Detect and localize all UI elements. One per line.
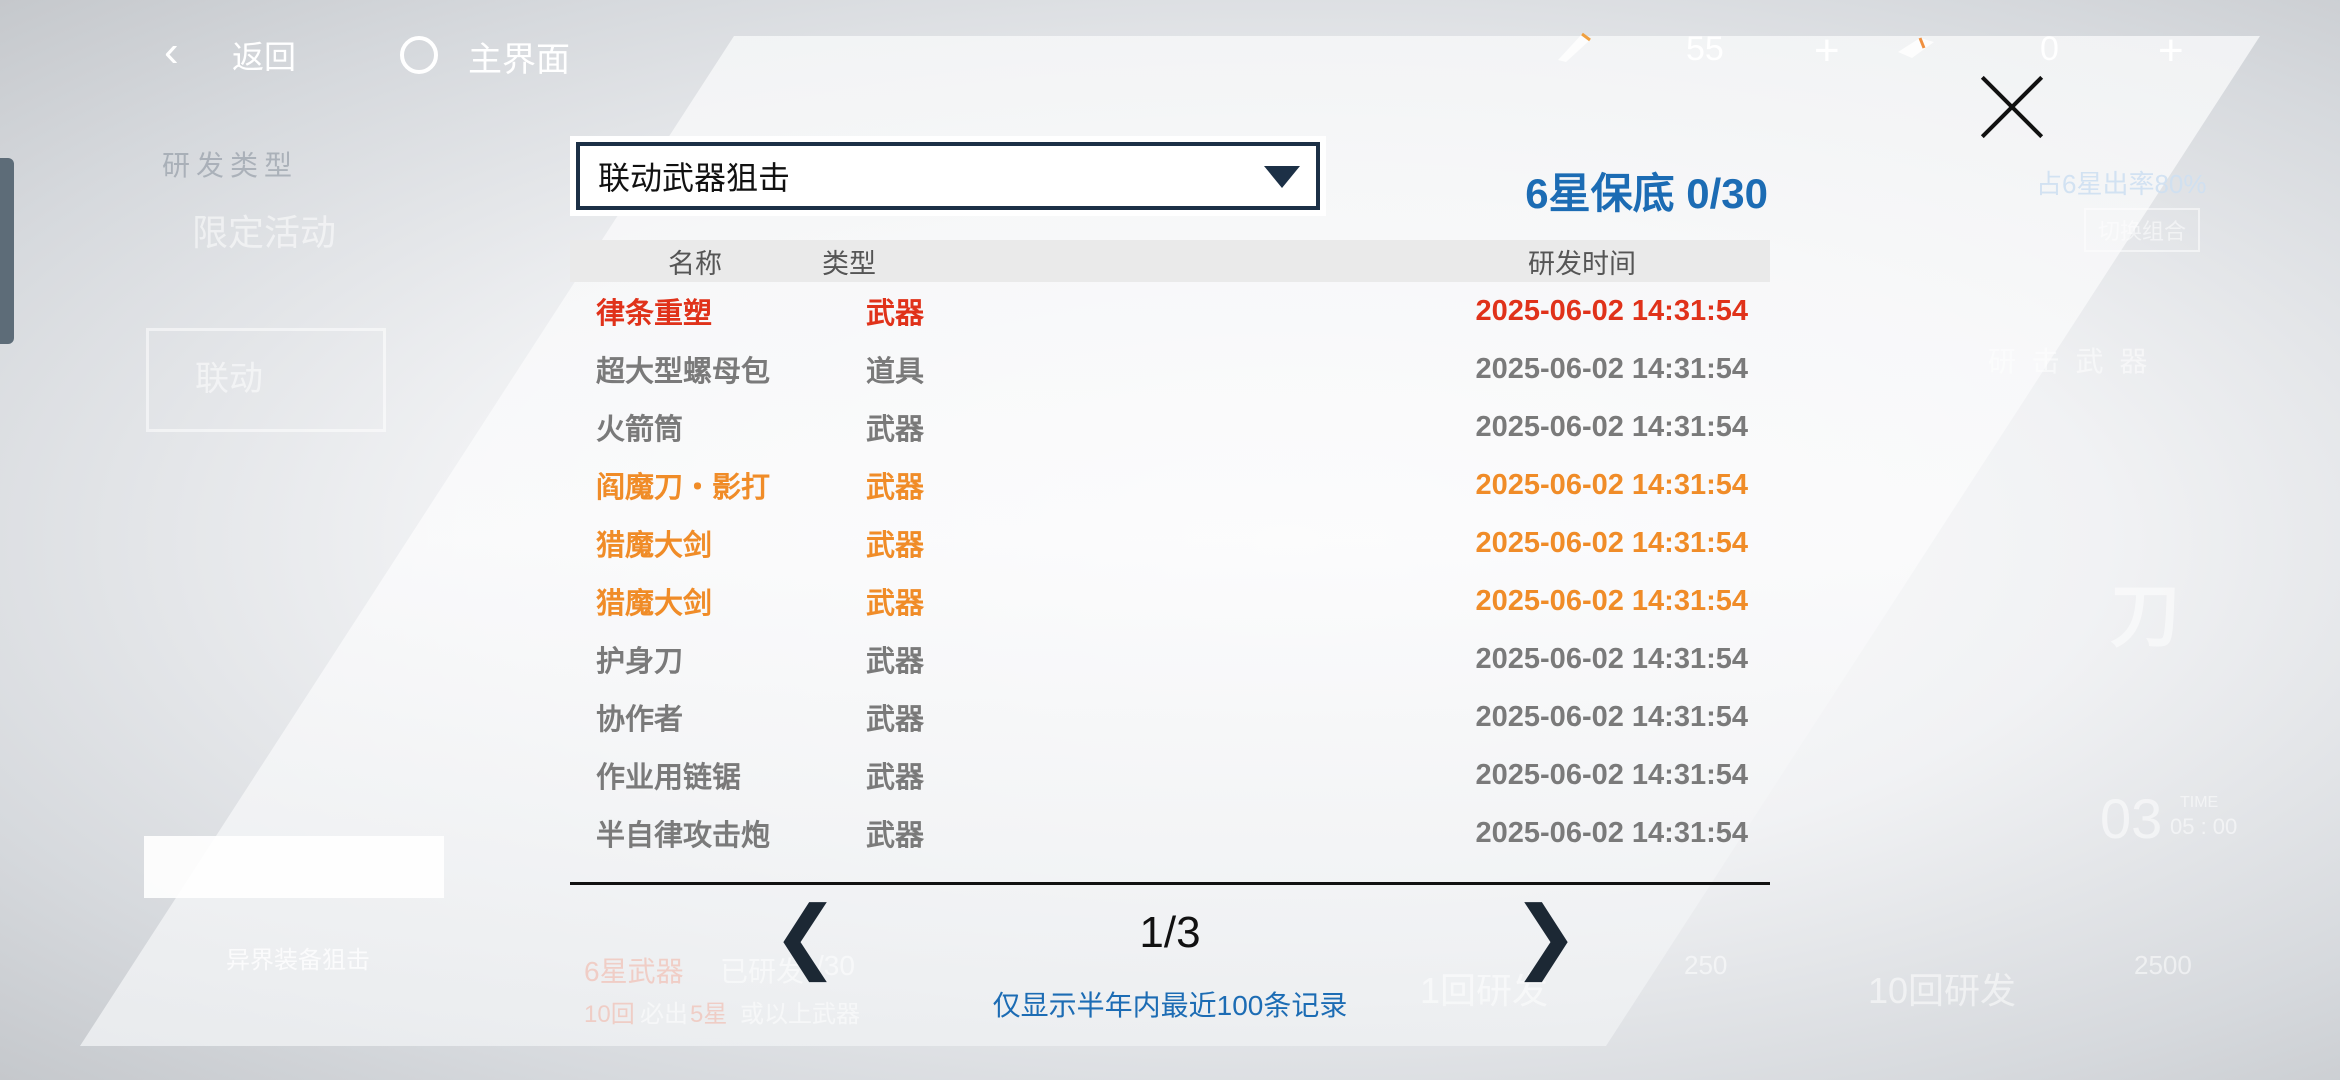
ten-pull-cost: 2500 (2134, 950, 2192, 980)
timer-label: TIME (2180, 794, 2219, 811)
row-name: 火箭筒 (596, 414, 684, 446)
dev-type-label: 研发类型 (162, 150, 299, 181)
table-row: 律条重塑 武器 2025-06-02 14:31:54 (570, 282, 1770, 340)
banner-button-bg[interactable] (144, 836, 444, 898)
side-tab[interactable] (0, 158, 14, 344)
row-time: 2025-06-02 14:31:54 (1475, 758, 1748, 791)
table-row: 半自律攻击炮 武器 2025-06-02 14:31:54 (570, 804, 1770, 862)
timer-value: 05 : 00 (2170, 814, 2238, 839)
triangle-down-icon[interactable] (1264, 166, 1300, 188)
back-button[interactable]: 返回 (232, 32, 296, 78)
row-name: 阎魔刀・影打 (596, 472, 771, 504)
row-name: 超大型螺母包 (596, 356, 771, 388)
row-type: 武器 (866, 530, 925, 562)
row-type: 武器 (866, 472, 925, 504)
next-page-icon[interactable]: ❯ (1512, 896, 1579, 976)
pool-dropdown-box[interactable]: 联动武器狙击 (576, 142, 1320, 210)
switch-combo-label: 切换组合 (2098, 219, 2187, 244)
limited-event-label: 限定活动 (192, 212, 337, 253)
blade-char: 刀 (2110, 577, 2180, 655)
table-row: 阎魔刀・影打 武器 2025-06-02 14:31:54 (570, 456, 1770, 514)
pool-dropdown[interactable]: 联动武器狙击 (572, 138, 1324, 214)
collab-tab-label: 联动 (195, 360, 263, 398)
collab-tab[interactable]: 联动 (146, 328, 386, 432)
table-header: 名称 类型 研发时间 (570, 240, 1770, 282)
table-row: 猎魔大剑 武器 2025-06-02 14:31:54 (570, 514, 1770, 572)
table-row: 作业用链锯 武器 2025-06-02 14:31:54 (570, 746, 1770, 804)
timer-number: 03 (2100, 787, 2163, 850)
resource-ticket-icon (1898, 37, 1934, 58)
close-icon[interactable] (1976, 72, 2046, 142)
row-time: 2025-06-02 14:31:54 (1475, 410, 1748, 443)
row-time: 2025-06-02 14:31:54 (1475, 294, 1748, 327)
other-banner-label[interactable]: 异界装备狙击 (226, 940, 370, 975)
back-chevron-icon[interactable]: ‹ (164, 30, 179, 74)
guarantee-10: 10回 (584, 1001, 635, 1028)
guarantee-mid: 必出 (640, 1001, 688, 1028)
row-time: 2025-06-02 14:31:54 (1475, 352, 1748, 385)
table-row: 护身刀 武器 2025-06-02 14:31:54 (570, 630, 1770, 688)
resource1-count: 55 (1686, 30, 1724, 68)
row-time: 2025-06-02 14:31:54 (1475, 526, 1748, 559)
switch-combo-button[interactable]: 切换组合 (2084, 208, 2201, 252)
col-type: 类型 (822, 248, 876, 279)
resource1-add-button[interactable]: + (1814, 26, 1840, 76)
row-time: 2025-06-02 14:31:54 (1475, 584, 1748, 617)
row-time: 2025-06-02 14:31:54 (1475, 468, 1748, 501)
guarantee-5: 5星 (690, 1001, 728, 1028)
row-time: 2025-06-02 14:31:54 (1475, 642, 1748, 675)
table-row: 超大型螺母包 道具 2025-06-02 14:31:54 (570, 340, 1770, 398)
six-star-weapon-label: 6星武器 (584, 956, 684, 987)
resource-crystal-icon (1558, 32, 1591, 62)
row-type: 武器 (866, 414, 925, 446)
pity-counter: 6星保底 0/30 (1525, 170, 1768, 217)
col-time: 研发时间 (1528, 248, 1636, 279)
row-name: 律条重塑 (596, 298, 713, 330)
row-type: 武器 (866, 820, 925, 852)
row-type: 武器 (866, 588, 925, 620)
rate-up-label: 占6星出率80% (2036, 169, 2207, 199)
resource2-add-button[interactable]: + (2158, 26, 2184, 76)
row-name: 作业用链锯 (596, 762, 742, 794)
resource2-count: 0 (2040, 30, 2059, 68)
table-body: 律条重塑 武器 2025-06-02 14:31:54 超大型螺母包 道具 2025-06… (570, 282, 1770, 862)
history-table: 名称 类型 研发时间 律条重塑 武器 2025-06-02 14:31:54 超大型螺… (570, 240, 1770, 885)
row-time: 2025-06-02 14:31:54 (1475, 816, 1748, 849)
table-row: 协作者 武器 2025-06-02 14:31:54 (570, 688, 1770, 746)
row-type: 道具 (866, 356, 925, 388)
single-pull-cost: 250 (1684, 950, 1728, 980)
table-divider (570, 882, 1770, 885)
row-name: 猎魔大剑 (596, 530, 713, 562)
row-name: 猎魔大剑 (596, 588, 713, 620)
row-type: 武器 (866, 704, 925, 736)
ten-pull-button[interactable]: 10回研发 (1868, 962, 2016, 1014)
pool-dropdown-value: 联动武器狙击 (598, 160, 791, 196)
row-type: 武器 (866, 298, 925, 330)
guarantee-end: 或以上武器 (740, 1001, 860, 1028)
col-name: 名称 (668, 248, 722, 279)
records-note: 仅显示半年内最近100条记录 (992, 990, 1348, 1021)
table-row: 猎魔大剑 武器 2025-06-02 14:31:54 (570, 572, 1770, 630)
row-time: 2025-06-02 14:31:54 (1475, 700, 1748, 733)
table-row: 火箭筒 武器 2025-06-02 14:31:54 (570, 398, 1770, 456)
row-name: 半自律攻击炮 (596, 820, 771, 852)
prev-page-icon[interactable]: ❮ (772, 896, 839, 976)
row-name: 协作者 (596, 704, 684, 736)
row-type: 武器 (866, 762, 925, 794)
category-label: 研 击 武 器 (1988, 346, 2152, 377)
home-button[interactable]: 主界面 (468, 32, 570, 81)
row-name: 护身刀 (596, 646, 684, 678)
page-indicator: 1/3 (1139, 908, 1201, 957)
home-icon[interactable] (400, 36, 438, 74)
row-type: 武器 (866, 646, 925, 678)
